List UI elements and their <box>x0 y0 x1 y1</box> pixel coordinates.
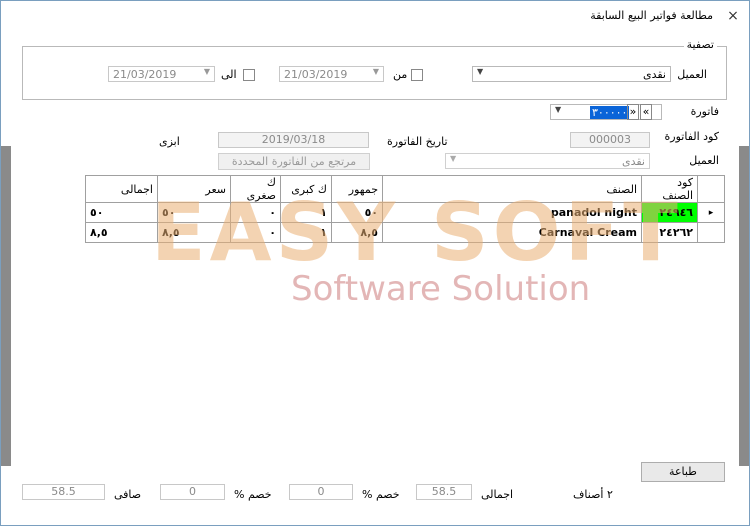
filter-customer-label: العميل <box>677 68 707 81</box>
chevron-down-icon: ▼ <box>450 154 457 163</box>
nav-first-button[interactable]: « <box>640 104 652 120</box>
chevron-down-icon: ▼ <box>555 105 562 114</box>
from-date-picker[interactable]: 21/03/2019 ▼ <box>279 66 384 82</box>
chevron-down-icon: ▼ <box>477 67 484 76</box>
invoice-label: فاتورة <box>690 105 719 118</box>
return-from-invoice-button[interactable]: مرتجع من الفاتورة المحددة <box>218 153 370 170</box>
nav-next-button[interactable]: » <box>627 104 639 120</box>
close-icon[interactable]: × <box>723 6 743 26</box>
invoice-date-label: تاريخ الفاتورة <box>387 135 448 148</box>
from-label: من <box>393 68 408 81</box>
from-date-value: 21/03/2019 <box>284 68 348 81</box>
cell-total[interactable]: ٥٠ <box>85 202 158 223</box>
discount-pct-field-1: 0 <box>289 484 353 500</box>
discount-pct-label-2: خصم % <box>234 488 272 501</box>
left-edge-strip <box>1 146 11 466</box>
invoice-customer-label: العميل <box>689 154 719 167</box>
invoice-customer-select[interactable]: نقدى ▼ <box>445 153 650 169</box>
col-header-total[interactable]: اجمالى <box>85 175 158 203</box>
filter-customer-select[interactable]: نقدى ▼ <box>472 66 671 82</box>
invoice-number-value: ٣٠٠٠٠٠ <box>590 106 630 119</box>
cell-total[interactable]: ٨,٥ <box>85 222 158 243</box>
to-date-checkbox[interactable] <box>243 69 255 81</box>
discount-pct-field-2: 0 <box>160 484 225 500</box>
invoice-number-select[interactable]: ▼ ٣٠٠٠٠٠ » « <box>550 104 662 120</box>
from-date-checkbox[interactable] <box>411 69 423 81</box>
user-name-text: ابزى <box>159 135 180 148</box>
invoice-date-field: 2019/03/18 <box>218 132 369 148</box>
to-date-picker[interactable]: 21/03/2019 ▼ <box>108 66 215 82</box>
net-label: صافى <box>114 488 142 501</box>
total-field: 58.5 <box>416 484 472 500</box>
net-field: 58.5 <box>22 484 105 500</box>
discount-pct-label-1: خصم % <box>362 488 400 501</box>
invoice-code-field: 000003 <box>570 132 650 148</box>
watermark-logo-text: EASY SOFT <box>151 186 682 279</box>
print-button[interactable]: طباعة <box>641 462 725 482</box>
invoice-code-label: كود الفاتورة <box>664 130 719 143</box>
invoice-browser-window: مطالعة فواتير البيع السابقة × تصفية العم… <box>0 0 750 526</box>
row-selector-header <box>697 175 725 203</box>
filter-legend: تصفية <box>683 38 717 51</box>
invoice-customer-value: نقدى <box>621 155 645 168</box>
title-bar: مطالعة فواتير البيع السابقة × <box>1 1 749 31</box>
right-edge-strip <box>739 146 749 466</box>
to-label: الى <box>221 68 237 81</box>
chevron-down-icon: ▼ <box>203 67 210 76</box>
items-count-text: ٢ أصناف <box>573 488 613 501</box>
chevron-down-icon: ▼ <box>372 67 379 76</box>
total-label: اجمالى <box>481 488 514 501</box>
to-date-value: 21/03/2019 <box>113 68 177 81</box>
row-pointer-icon[interactable]: ▸ <box>697 202 725 223</box>
window-title: مطالعة فواتير البيع السابقة <box>590 9 713 22</box>
row-selector-cell[interactable] <box>697 222 725 243</box>
watermark-tagline: Software Solution <box>291 269 591 309</box>
filter-customer-value: نقدى <box>642 68 666 81</box>
